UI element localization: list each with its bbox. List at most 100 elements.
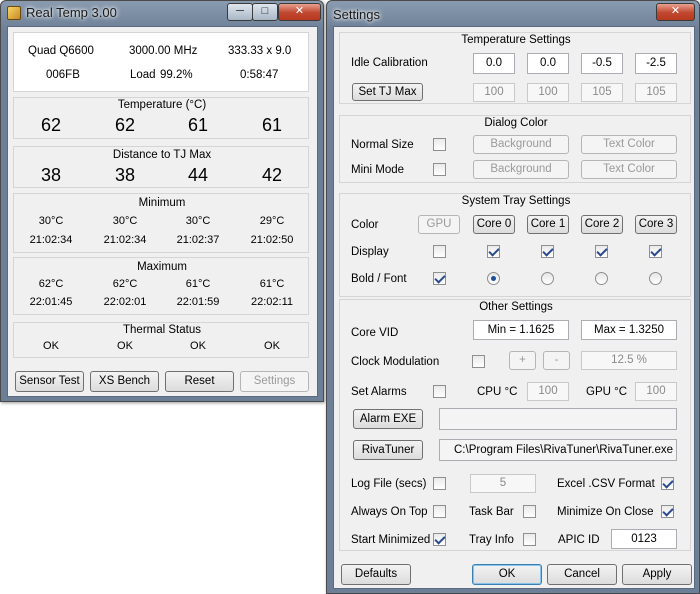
alarm-exe-button[interactable]: Alarm EXE — [353, 409, 423, 429]
tj-max-core-0[interactable]: 100 — [473, 83, 515, 102]
idle-calibration-core-2[interactable]: -0.5 — [581, 53, 623, 74]
main-window: Real Temp 3.00 ─ □ ✕ Quad Q6600 3000.00 … — [0, 0, 324, 402]
maximize-button[interactable]: □ — [252, 3, 278, 21]
max-temp-core-3: 61°C — [259, 278, 285, 290]
clock-plus-button[interactable]: + — [509, 351, 536, 370]
tray-core-0-button[interactable]: Core 0 — [473, 215, 515, 234]
reset-button[interactable]: Reset — [165, 371, 234, 392]
excel-csv-checkbox[interactable] — [661, 477, 674, 490]
min-time-core-1: 21:02:34 — [103, 234, 147, 246]
minimize-button[interactable]: ─ — [227, 3, 253, 21]
font-radio-3[interactable] — [649, 272, 662, 285]
idle-calibration-label: Idle Calibration — [351, 57, 428, 69]
load-value: 99.2% — [160, 69, 193, 81]
min-time-core-0: 21:02:34 — [29, 234, 73, 246]
rivatuner-path[interactable]: C:\Program Files\RivaTuner\RivaTuner.exe — [439, 439, 677, 461]
gpu-alarm-field[interactable]: 100 — [635, 382, 677, 401]
cancel-button[interactable]: Cancel — [547, 564, 617, 585]
display-core-3-checkbox[interactable] — [649, 245, 662, 258]
gpu-alarm-label: GPU °C — [586, 386, 628, 398]
tray-core-2-button[interactable]: Core 2 — [581, 215, 623, 234]
close-button[interactable]: ✕ — [278, 3, 321, 21]
idle-calibration-core-0[interactable]: 0.0 — [473, 53, 515, 74]
cpu-alarm-field[interactable]: 100 — [527, 382, 569, 401]
minimize-on-close-checkbox[interactable] — [661, 505, 674, 518]
mini-mode-checkbox[interactable] — [433, 163, 446, 176]
cpu-id: 006FB — [46, 69, 80, 81]
thermal-status-title: Thermal Status — [123, 324, 201, 336]
display-core-0-checkbox[interactable] — [487, 245, 500, 258]
rivatuner-button[interactable]: RivaTuner — [353, 440, 423, 460]
settings-window: Settings ✕ Temperature Settings Idle Cal… — [326, 0, 700, 594]
settings-button[interactable]: Settings — [240, 371, 309, 392]
tj-max-core-2[interactable]: 105 — [581, 83, 623, 102]
vid-min-field: Min = 1.1625 — [473, 320, 569, 340]
display-gpu-checkbox[interactable] — [433, 245, 446, 258]
idle-calibration-core-1[interactable]: 0.0 — [527, 53, 569, 74]
thermal-core-0: OK — [43, 340, 59, 352]
distance-core-0: 38 — [40, 165, 62, 185]
cpu-alarm-label: CPU °C — [477, 386, 518, 398]
tray-core-1-button[interactable]: Core 1 — [527, 215, 569, 234]
normal-text-color-button[interactable]: Text Color — [581, 135, 677, 154]
distance-title: Distance to TJ Max — [112, 149, 212, 161]
font-radio-2[interactable] — [595, 272, 608, 285]
minimum-title: Minimum — [138, 197, 186, 209]
max-time-core-0: 22:01:45 — [29, 296, 73, 308]
thermal-core-3: OK — [264, 340, 280, 352]
set-alarms-label: Set Alarms — [351, 386, 407, 398]
min-temp-core-1: 30°C — [112, 215, 138, 227]
display-core-2-checkbox[interactable] — [595, 245, 608, 258]
display-core-1-checkbox[interactable] — [541, 245, 554, 258]
clock-modulation-label: Clock Modulation — [351, 356, 440, 368]
bold-checkbox[interactable] — [433, 272, 446, 285]
set-alarms-checkbox[interactable] — [433, 385, 446, 398]
max-time-core-1: 22:02:01 — [103, 296, 147, 308]
bold-font-label: Bold / Font — [351, 273, 407, 285]
font-radio-0[interactable] — [487, 272, 500, 285]
tray-core-3-button[interactable]: Core 3 — [635, 215, 677, 234]
dialog-color-group: Dialog Color Normal Size Background Text… — [339, 115, 691, 183]
alarm-exe-path[interactable] — [439, 408, 677, 430]
start-minimized-checkbox[interactable] — [433, 533, 446, 546]
tray-info-checkbox[interactable] — [523, 533, 536, 546]
tj-max-core-3[interactable]: 105 — [635, 83, 677, 102]
always-on-top-checkbox[interactable] — [433, 505, 446, 518]
sensor-test-button[interactable]: Sensor Test — [15, 371, 84, 392]
log-file-checkbox[interactable] — [433, 477, 446, 490]
normal-background-button[interactable]: Background — [473, 135, 569, 154]
defaults-button[interactable]: Defaults — [341, 564, 411, 585]
normal-size-checkbox[interactable] — [433, 138, 446, 151]
font-radio-1[interactable] — [541, 272, 554, 285]
max-time-core-3: 22:02:11 — [250, 296, 293, 308]
mini-background-button[interactable]: Background — [473, 160, 569, 179]
xs-bench-button[interactable]: XS Bench — [90, 371, 159, 392]
tray-info-label: Tray Info — [469, 534, 514, 546]
normal-size-label: Normal Size — [351, 139, 414, 151]
apply-button[interactable]: Apply — [622, 564, 692, 585]
main-window-title: Real Temp 3.00 — [26, 5, 117, 20]
settings-close-button[interactable]: ✕ — [656, 3, 695, 21]
min-temp-core-2: 30°C — [185, 215, 211, 227]
log-file-interval[interactable]: 5 — [470, 474, 536, 493]
tj-max-core-1[interactable]: 100 — [527, 83, 569, 102]
temp-core-3: 61 — [261, 115, 283, 135]
start-minimized-label: Start Minimized — [351, 534, 431, 546]
temperature-title: Temperature (°C) — [117, 99, 207, 111]
apic-id-field: 0123 — [611, 529, 677, 549]
mini-text-color-button[interactable]: Text Color — [581, 160, 677, 179]
idle-calibration-core-3[interactable]: -2.5 — [635, 53, 677, 74]
tray-gpu-button[interactable]: GPU — [418, 215, 460, 234]
cpu-info-group: Quad Q6600 3000.00 MHz 333.33 x 9.0 006F… — [13, 32, 309, 92]
ok-button[interactable]: OK — [472, 564, 542, 585]
set-tj-max-button[interactable]: Set TJ Max — [352, 83, 423, 101]
task-bar-checkbox[interactable] — [523, 505, 536, 518]
cpu-model: Quad Q6600 — [28, 45, 94, 57]
clock-minus-button[interactable]: - — [543, 351, 570, 370]
temperature-group: Temperature (°C) 62 62 61 61 — [13, 97, 309, 139]
clock-modulation-checkbox[interactable] — [472, 355, 485, 368]
cpu-multiplier: 333.33 x 9.0 — [228, 45, 292, 57]
temp-core-2: 61 — [187, 115, 209, 135]
thermal-core-2: OK — [190, 340, 206, 352]
thermal-core-1: OK — [117, 340, 133, 352]
